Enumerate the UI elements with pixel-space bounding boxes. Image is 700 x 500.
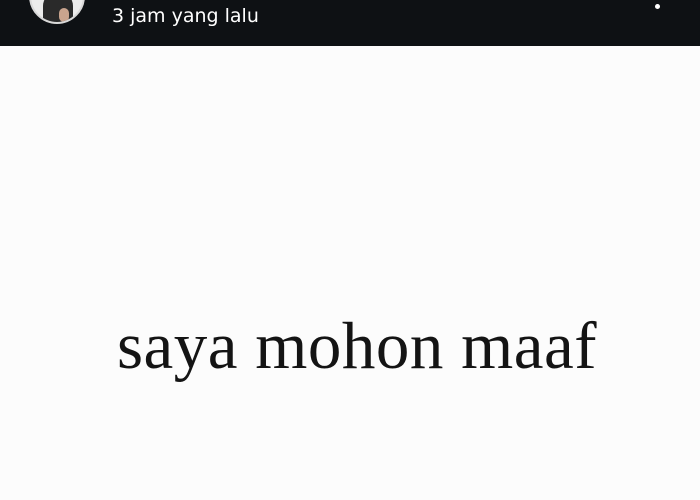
story-text: saya mohon maaf bbox=[116, 309, 598, 383]
story-timestamp: 3 jam yang lalu bbox=[112, 5, 259, 27]
story-viewer: 3 jam yang lalu saya mohon maaf bbox=[0, 0, 700, 500]
avatar-hand bbox=[59, 8, 69, 22]
more-options-button[interactable] bbox=[650, 0, 666, 16]
story-header: 3 jam yang lalu bbox=[0, 0, 700, 46]
user-avatar-icon[interactable] bbox=[29, 0, 85, 24]
more-options-icon bbox=[655, 4, 660, 9]
story-content[interactable] bbox=[0, 46, 700, 500]
